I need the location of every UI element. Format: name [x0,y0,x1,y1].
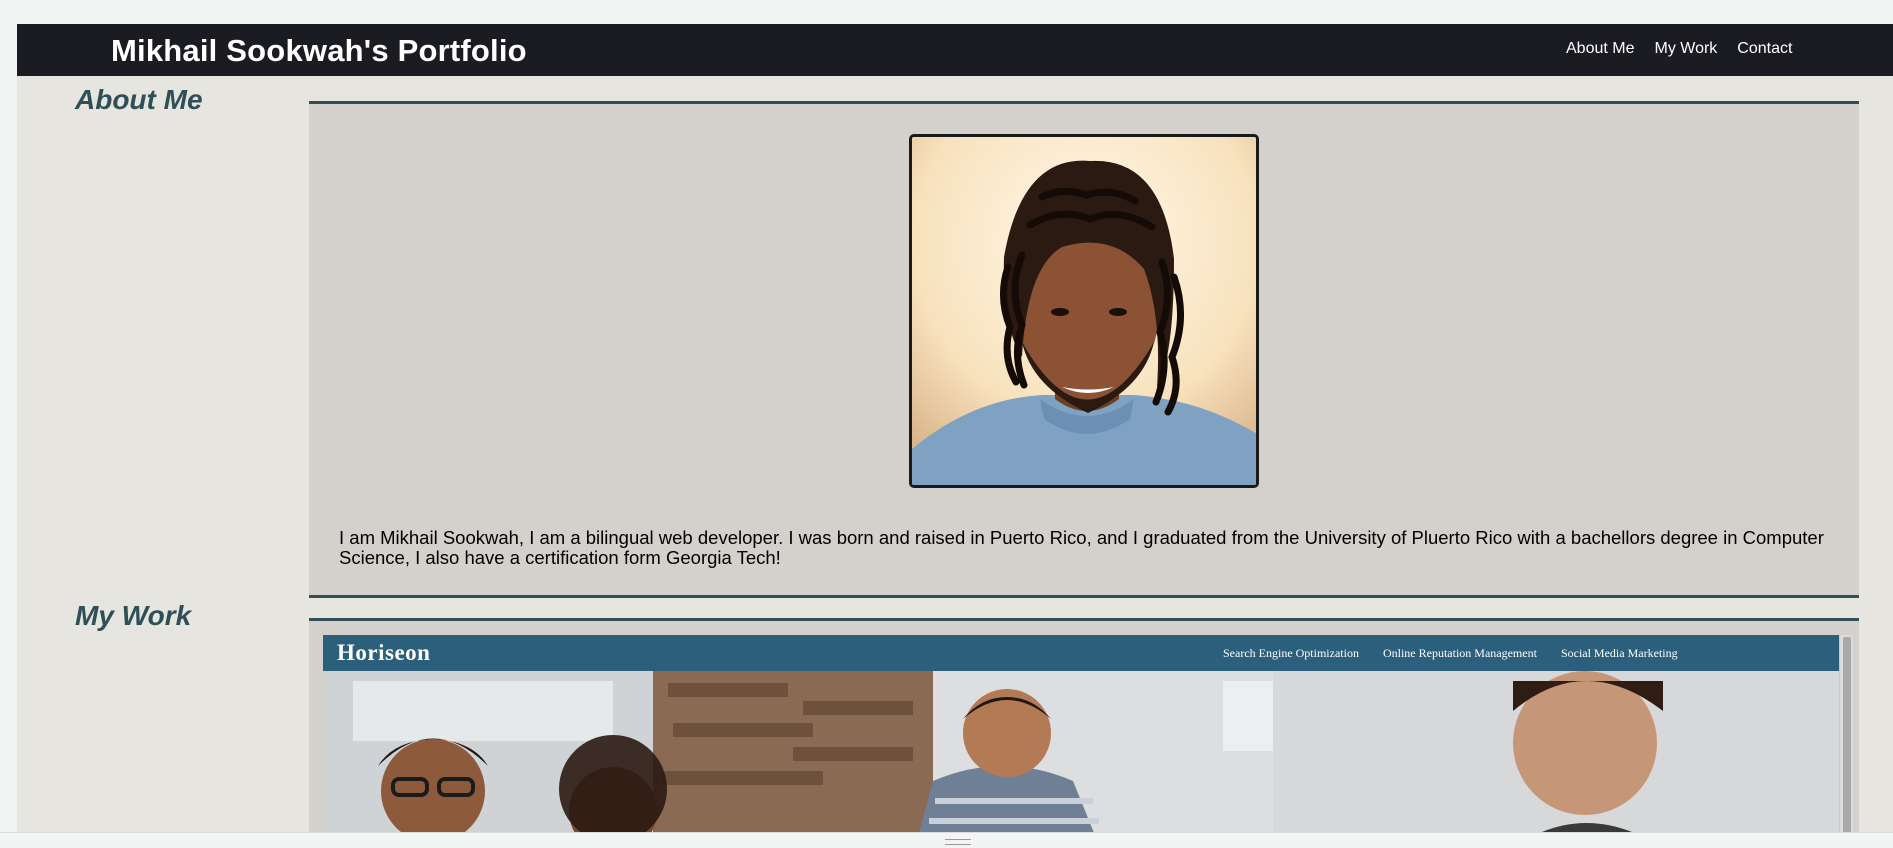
nav-link-my-work[interactable]: My Work [1654,40,1717,58]
browser-top-strip [0,0,1893,24]
my-work-heading: My Work [75,600,192,631]
about-me-heading: About Me [75,84,203,115]
project-link-reputation: Online Reputation Management [1382,646,1537,660]
main-nav: About Me My Work Contact [1566,40,1792,58]
project-scrollbar[interactable] [1839,635,1853,832]
about-me-bio: I am Mikhail Sookwah, I am a bilingual w… [339,527,1824,568]
profile-photo [909,134,1259,488]
nav-link-contact[interactable]: Contact [1737,40,1792,58]
site-header: Mikhail Sookwah's Portfolio About Me My … [17,24,1893,76]
site-title: Mikhail Sookwah's Portfolio [111,33,527,68]
project-link-seo: Search Engine Optimization [1223,646,1359,660]
my-work-panel: Horiseon Search Engine Optimization Onli… [309,618,1859,832]
nav-link-about-me[interactable]: About Me [1566,40,1634,58]
project-nav-links: Search Engine Optimization Online Reputa… [1223,646,1678,661]
project-brand: Horiseon [337,640,431,665]
about-me-panel: I am Mikhail Sookwah, I am a bilingual w… [309,101,1859,598]
project-screenshot[interactable]: Horiseon Search Engine Optimization Onli… [323,635,1853,832]
project-link-social: Social Media Marketing [1560,646,1678,660]
resize-grip-icon[interactable] [945,839,971,845]
page-viewport: Mikhail Sookwah's Portfolio About Me My … [17,24,1893,832]
project-hero-photo [323,671,1839,832]
project-screenshot-header: Horiseon Search Engine Optimization Onli… [323,635,1853,671]
browser-bottom-strip [0,832,1893,848]
project-scrollbar-thumb[interactable] [1843,637,1851,832]
profile-photo-illustration [912,137,1256,485]
